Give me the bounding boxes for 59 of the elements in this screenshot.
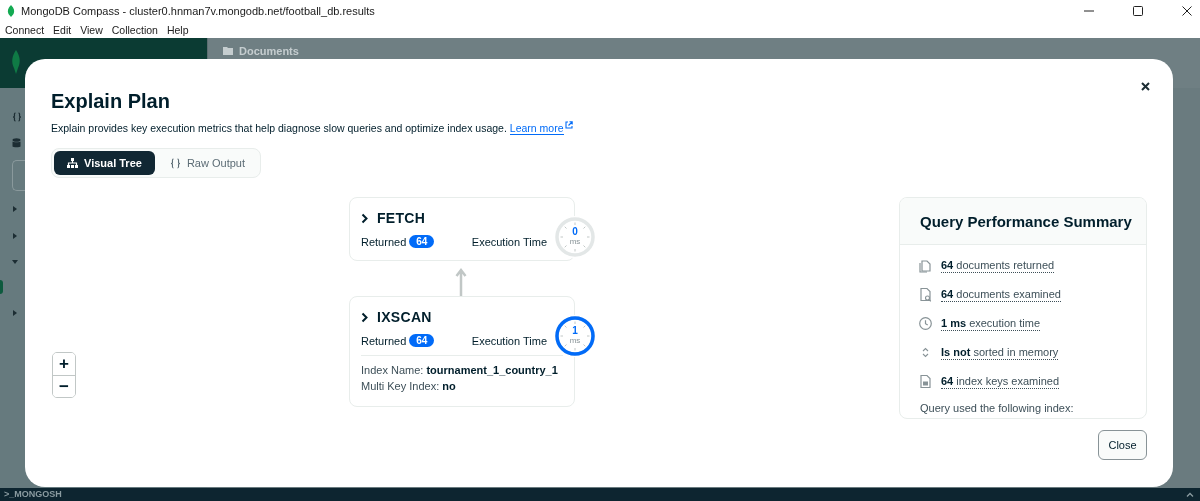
document-search-icon (918, 287, 933, 302)
time-unit: ms (568, 336, 582, 345)
execution-time-label: Execution Time (471, 235, 547, 248)
summary-metric[interactable]: Is not sorted in memory (941, 345, 1059, 360)
menu-item[interactable]: Connect (5, 24, 45, 36)
menu-item[interactable]: Collection (111, 24, 158, 36)
time-unit: ms (568, 237, 582, 246)
close-icon (1141, 82, 1150, 91)
summary-footer-text: Query used the following index: (919, 401, 1075, 414)
zoom-out-button[interactable]: − (53, 375, 75, 397)
view-tab[interactable]: Raw Output (156, 151, 258, 175)
external-link-icon (564, 121, 573, 129)
summary-metric[interactable]: 64 documents examined (941, 287, 1061, 302)
chevron-up-icon[interactable] (1186, 492, 1194, 497)
returned-label: Returned (361, 334, 407, 347)
menu-item[interactable]: Edit (53, 24, 72, 36)
folder-icon (223, 46, 233, 55)
caret-right-icon[interactable] (12, 310, 18, 316)
maximize-icon[interactable] (1132, 5, 1144, 17)
hierarchy-icon (67, 158, 78, 168)
selected-item-marker (0, 280, 3, 294)
caret-right-icon[interactable] (12, 233, 18, 239)
database-icon[interactable] (12, 138, 21, 148)
menu-item[interactable]: View (80, 24, 103, 36)
caret-right-icon[interactable] (12, 206, 18, 212)
leaf-icon (11, 50, 21, 74)
shell-label[interactable]: >_MONGOSH (4, 490, 62, 499)
summary-metric[interactable]: 64 index keys examined (941, 374, 1060, 389)
documents-icon (918, 258, 933, 273)
close-button[interactable]: Close (1098, 430, 1147, 460)
document-icon (918, 374, 933, 389)
braces-icon (169, 157, 181, 169)
menu-item[interactable]: Help (166, 24, 189, 36)
returned-count-badge: 64 (409, 334, 435, 347)
returned-count-badge: 64 (409, 235, 435, 248)
summary-title: Query Performance Summary (900, 198, 1146, 245)
description-text: Explain provides key execution metrics that help diagnose slow queries and optimize index usage. (51, 122, 507, 134)
time-value: 0 (571, 226, 579, 237)
summary-metric[interactable]: 1 ms execution time (941, 316, 1041, 331)
learn-more-link[interactable]: Learn more (509, 122, 564, 135)
window-title: MongoDB Compass - cluster0.hnman7v.mongodb.net/football_db.results (21, 5, 375, 17)
close-icon[interactable] (1181, 5, 1193, 17)
chevron-right-icon[interactable] (361, 311, 369, 323)
view-tab[interactable]: Visual Tree (54, 151, 155, 175)
execution-time-label: Execution Time (471, 334, 547, 347)
dialog-title: Explain Plan (51, 89, 171, 113)
time-value: 1 (571, 325, 579, 336)
connector-arrow (455, 266, 467, 296)
stage-name: FETCH (377, 210, 426, 226)
leaf-icon (7, 5, 15, 17)
index-detail: Multi Key Index: no (361, 379, 457, 394)
index-detail: Index Name: tournament_1_country_1 (361, 363, 559, 378)
clock-icon (918, 316, 933, 331)
stage-name: IXSCAN (377, 309, 432, 325)
summary-metric[interactable]: 64 documents returned (941, 258, 1055, 273)
returned-label: Returned (361, 235, 407, 248)
braces-icon[interactable] (12, 112, 22, 122)
caret-down-icon[interactable] (12, 259, 18, 265)
chevron-right-icon[interactable] (361, 212, 369, 224)
